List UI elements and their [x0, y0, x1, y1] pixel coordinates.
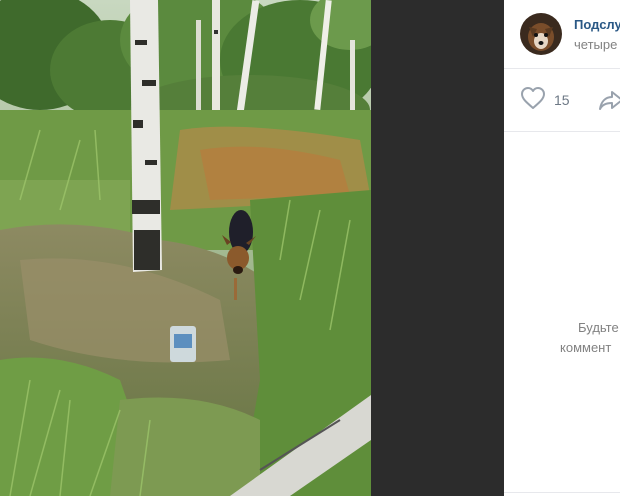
like-count: 15: [554, 92, 570, 108]
post-header: Подслу четыре: [504, 0, 620, 69]
author-avatar[interactable]: [520, 13, 562, 55]
heart-outline-icon: [520, 86, 546, 115]
author-name-link[interactable]: Подслу: [574, 17, 620, 32]
post-date: четыре: [574, 37, 618, 52]
comments-empty-line-2: коммент: [560, 340, 612, 355]
comments-empty-line-1: Будьте: [578, 320, 619, 335]
like-button[interactable]: 15: [520, 86, 570, 115]
comments-empty-state: Будьте коммент: [560, 318, 620, 358]
post-actions-bar: 15: [504, 69, 620, 132]
photo-viewer: Подслу четыре 15 Будьте коммент: [0, 0, 620, 496]
viewer-backdrop: [371, 0, 504, 496]
post-photo[interactable]: [0, 0, 371, 496]
share-arrow-icon: [598, 91, 620, 116]
share-button[interactable]: [598, 88, 620, 117]
divider: [504, 492, 620, 493]
post-info-panel: Подслу четыре 15 Будьте коммент: [504, 0, 620, 496]
